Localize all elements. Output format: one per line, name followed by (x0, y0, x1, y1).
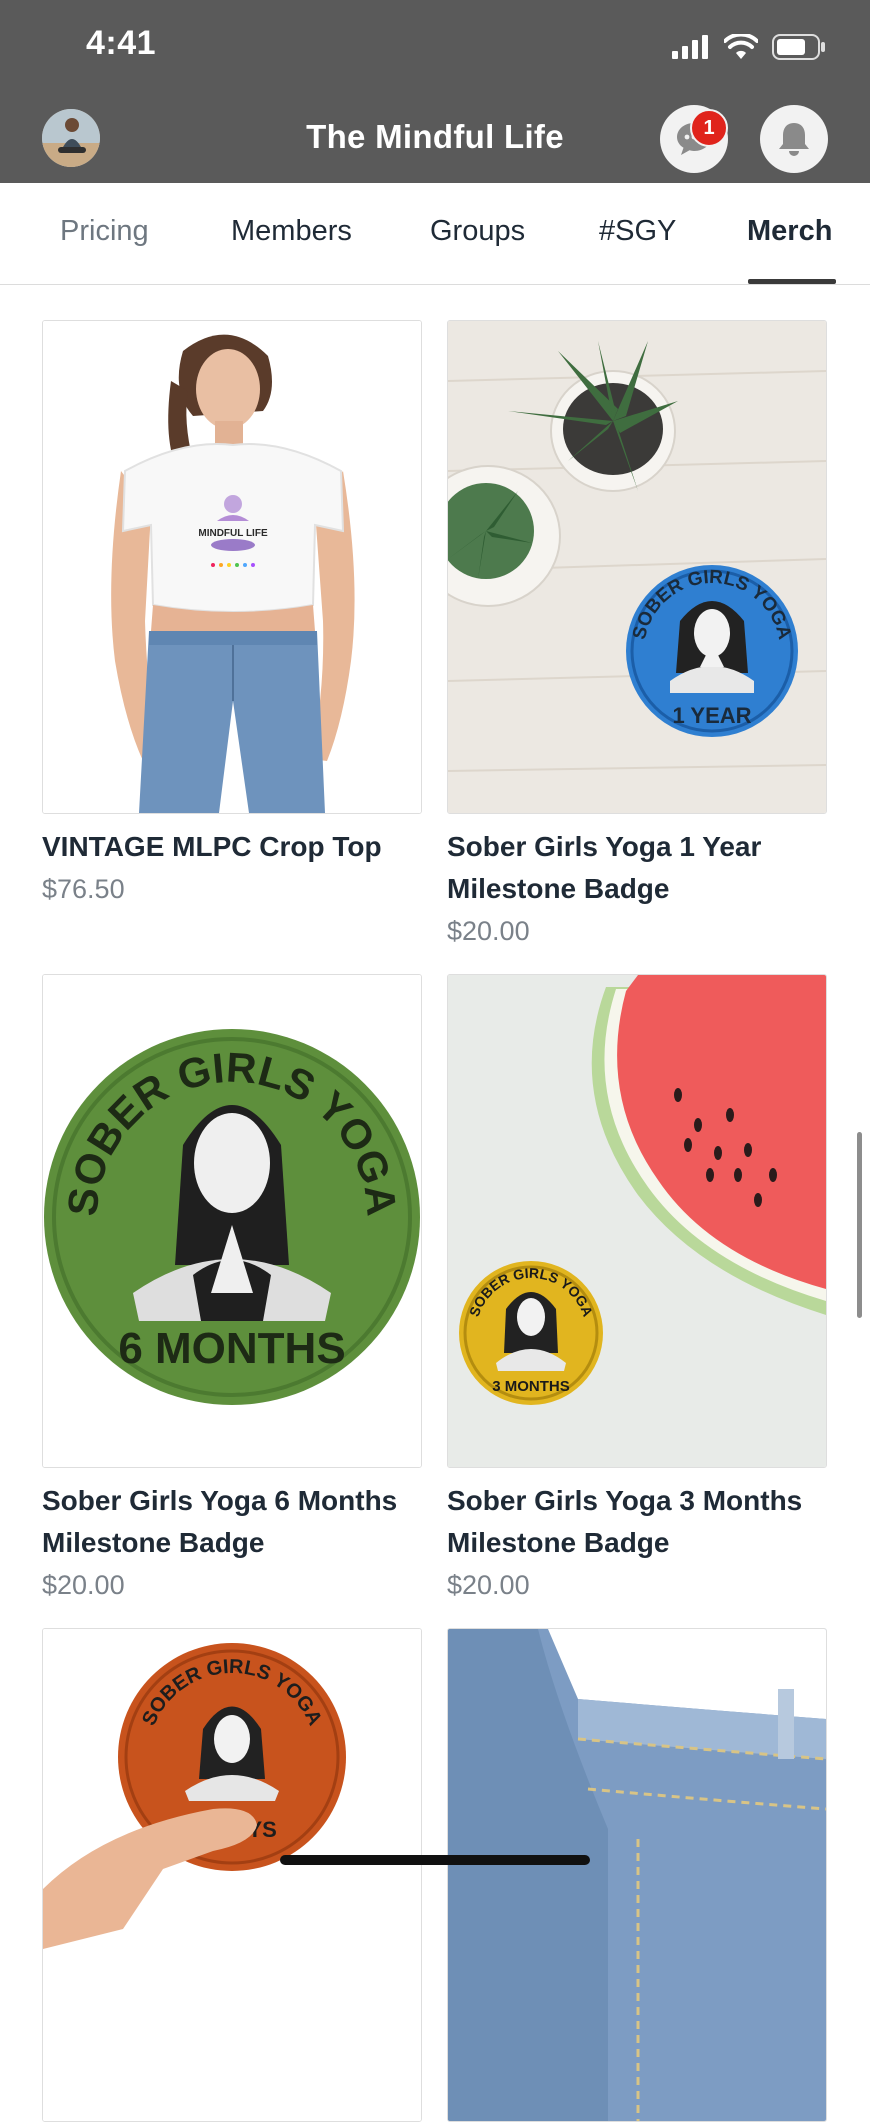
product-title[interactable]: Sober Girls Yoga 6 Months Milestone Badg… (42, 1480, 432, 1564)
wifi-icon (724, 34, 758, 59)
product-title[interactable]: Sober Girls Yoga 3 Months Milestone Badg… (447, 1480, 837, 1564)
product-title[interactable]: Sober Girls Yoga 1 Year Milestone Badge (447, 826, 837, 910)
tab-groups[interactable]: Groups (430, 215, 525, 248)
product-title[interactable]: VINTAGE MLPC Crop Top (42, 826, 432, 868)
app-header: The Mindful Life 1 (0, 100, 870, 183)
product-image[interactable]: SOBER GIRLS YOGA 6 MONTHS (42, 974, 422, 1468)
status-time: 4:41 (86, 24, 157, 62)
badge-text-bottom: 6 MONTHS (118, 1324, 345, 1373)
badge-text-bottom: 3 MONTHS (492, 1378, 570, 1395)
product-price: $20.00 (447, 1570, 530, 1600)
shirt-logo-text: MINDFUL LIFE (198, 528, 268, 539)
tab-pricing[interactable]: Pricing (60, 215, 149, 248)
cellular-signal-icon (672, 35, 708, 59)
product-price: $20.00 (42, 1570, 125, 1600)
app-title: The Mindful Life (306, 118, 564, 155)
section-tabs: Pricing Members Groups #SGY Merch (0, 183, 870, 285)
battery-icon (772, 34, 825, 60)
product-image[interactable]: SOBER GIRLS YOGA 3 MONTHS (447, 974, 827, 1468)
product-image[interactable]: SOBER GIRLS YOGA 60 DAYS (42, 1628, 422, 2122)
bell-icon (779, 123, 809, 156)
tab-members[interactable]: Members (231, 215, 352, 248)
status-icons (672, 32, 826, 62)
tab-merch[interactable]: Merch (747, 215, 832, 248)
product-image[interactable]: SOBER GIRLS YOGA 1 YEAR (447, 320, 827, 814)
product-image[interactable] (447, 1628, 827, 2122)
product-price: $20.00 (447, 916, 530, 946)
notification-count-badge: 1 (690, 109, 728, 147)
badge-text-bottom: 1 YEAR (672, 703, 751, 728)
product-image[interactable]: MINDFUL LIFE (42, 320, 422, 814)
product-price: $76.50 (42, 874, 125, 904)
status-bar: 4:41 (0, 0, 870, 100)
messages-button[interactable]: 1 (660, 105, 728, 173)
tab-sgy[interactable]: #SGY (599, 215, 676, 248)
home-indicator[interactable] (280, 1855, 590, 1865)
notifications-button[interactable] (760, 105, 828, 173)
active-tab-indicator (748, 279, 836, 284)
scroll-indicator[interactable] (857, 1132, 862, 1318)
